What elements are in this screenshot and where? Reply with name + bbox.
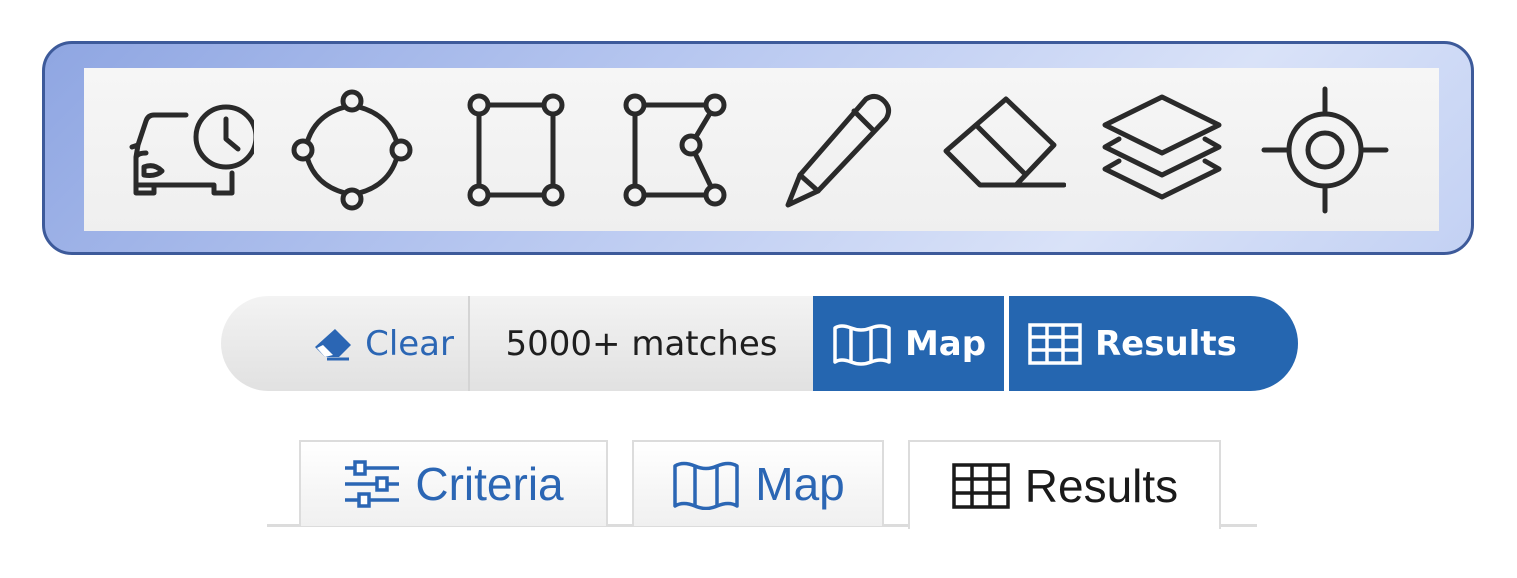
map-view-button[interactable]: Map <box>813 296 1004 391</box>
map-view-label: Map <box>904 323 987 364</box>
drawing-toolbar-inner <box>84 68 1439 231</box>
eraser-icon <box>315 328 352 360</box>
clear-button[interactable]: Clear <box>221 296 468 391</box>
clear-label: Clear <box>365 323 454 364</box>
pencil-icon <box>785 93 892 207</box>
travel-time-tool-button[interactable] <box>114 82 264 217</box>
rectangle-tool-button[interactable] <box>441 82 591 217</box>
table-grid-icon <box>952 462 1010 509</box>
polygon-draw-icon <box>623 93 727 206</box>
polygon-tool-button[interactable] <box>601 82 751 217</box>
locate-tool-button[interactable] <box>1250 82 1400 217</box>
map-icon <box>833 323 891 366</box>
results-view-button[interactable]: Results <box>1009 296 1298 391</box>
locate-crosshair-icon <box>1261 86 1389 213</box>
freehand-tool-button[interactable] <box>764 82 914 217</box>
eraser-tool-button[interactable] <box>926 82 1076 217</box>
match-count-label: 5000+ matches <box>505 323 778 364</box>
view-switcher-bar: Clear 5000+ matches Map Results <box>221 296 1298 391</box>
tab-map[interactable]: Map <box>632 440 884 526</box>
tab-results[interactable]: Results <box>908 440 1221 529</box>
map-icon <box>673 461 739 510</box>
table-grid-icon <box>1028 322 1082 365</box>
tab-results-label: Results <box>1024 459 1179 512</box>
car-clock-icon <box>129 104 254 195</box>
rectangle-draw-icon <box>467 93 565 206</box>
circle-tool-button[interactable] <box>277 82 427 217</box>
tab-criteria[interactable]: Criteria <box>299 440 608 526</box>
sliders-icon <box>345 460 400 508</box>
layers-icon <box>1102 94 1222 199</box>
results-view-label: Results <box>1095 323 1237 364</box>
match-count: 5000+ matches <box>468 296 813 391</box>
eraser-icon <box>943 96 1066 187</box>
tab-criteria-label: Criteria <box>415 458 564 510</box>
drawing-toolbar <box>42 41 1474 255</box>
circle-draw-icon <box>291 89 413 210</box>
tab-map-label: Map <box>755 458 845 510</box>
layers-tool-button[interactable] <box>1087 82 1237 217</box>
